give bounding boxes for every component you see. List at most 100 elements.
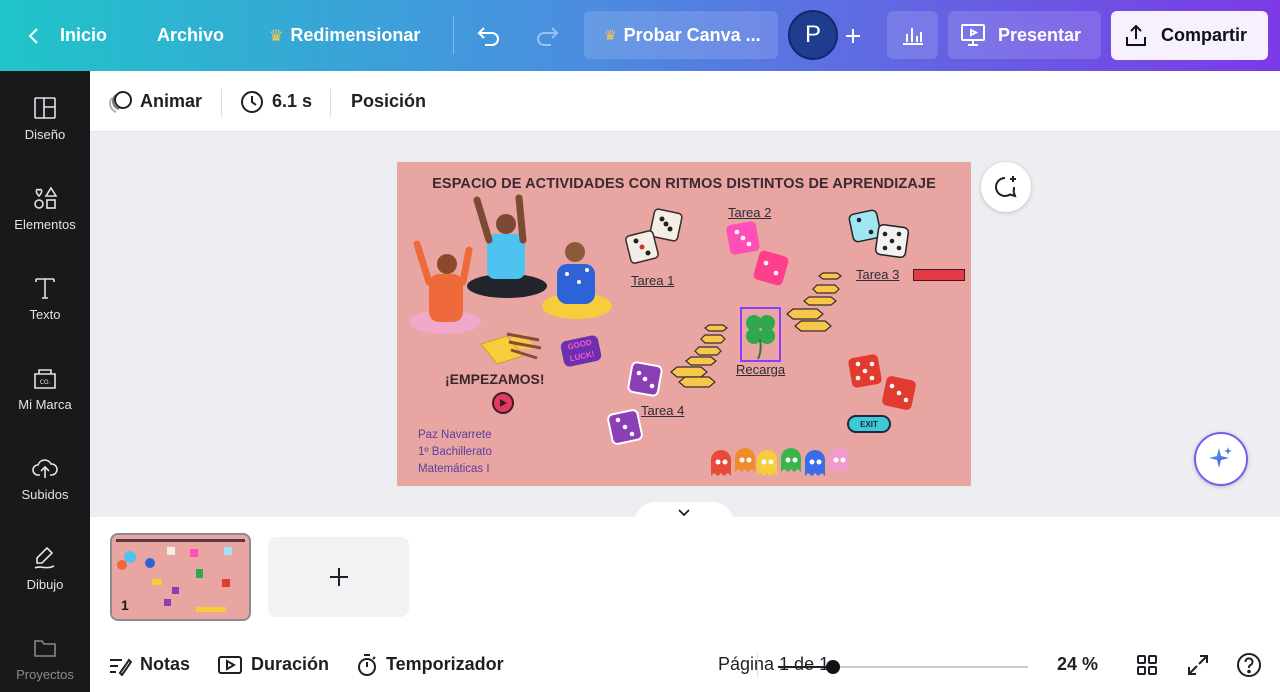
author-subject: Matemáticas I — [418, 463, 490, 475]
present-label: Presentar — [998, 24, 1082, 45]
animate-button[interactable]: Animar — [108, 71, 202, 132]
sidebar-item-design[interactable]: Diseño — [0, 85, 90, 155]
sidebar-item-label: Dibujo — [26, 577, 64, 592]
add-collaborator-button[interactable] — [843, 0, 863, 71]
redo-icon — [537, 26, 559, 46]
sidebar-item-label: Proyectos — [16, 667, 74, 682]
sidebar-item-uploads[interactable]: Subidos — [0, 445, 90, 515]
plus-icon — [846, 28, 860, 43]
play-rectangle-icon — [218, 655, 242, 674]
avatar[interactable]: P — [788, 10, 838, 60]
task1-link[interactable]: Tarea 1 — [631, 273, 674, 288]
page-thumbnail[interactable]: 1 — [110, 533, 251, 621]
sidebar-item-label: Subidos — [21, 487, 69, 502]
magic-assistant-button[interactable] — [1194, 432, 1248, 486]
author-course: 1º Bachillerato — [418, 446, 492, 458]
slide-title: ESPACIO DE ACTIVIDADES CON RITMOS DISTIN… — [432, 176, 936, 192]
recharge-link[interactable]: Recarga — [736, 362, 785, 377]
grid-decoration — [480, 332, 542, 365]
duration-button[interactable]: 6.1 s — [240, 71, 312, 132]
notes-icon — [110, 657, 132, 676]
add-comment-button[interactable] — [981, 162, 1031, 212]
promo-label: Probar Canva ... — [623, 24, 761, 45]
help-button[interactable] — [1236, 637, 1270, 692]
four-leaf-clover-icon — [746, 315, 775, 360]
add-page-button[interactable] — [268, 537, 409, 617]
zoom-slider[interactable] — [778, 660, 1028, 674]
sidebar-item-label: Diseño — [24, 127, 66, 142]
sidebar-item-elements[interactable]: Elementos — [0, 175, 90, 245]
red-dice — [848, 354, 916, 410]
duration-value: 6.1 s — [272, 91, 313, 111]
task4-link[interactable]: Tarea 4 — [641, 403, 684, 418]
resize-label: Redimensionar — [290, 25, 421, 45]
bar-chart-icon — [902, 28, 923, 45]
author-name: Paz Navarrete — [418, 429, 492, 441]
upload-cloud-icon — [32, 459, 58, 478]
footer-bar: Notas Duración Temporizador Página 1 de … — [90, 637, 1280, 692]
file-label: Archivo — [157, 25, 225, 45]
shapes-icon — [34, 186, 58, 209]
sidebar-item-label: Texto — [29, 307, 61, 322]
crown-icon: ♛ — [269, 27, 284, 45]
resize-button[interactable]: ♛ Redimensionar — [269, 0, 420, 71]
top-bar: Inicio Archivo ♛ Redimensionar ♛ Probar … — [0, 0, 1280, 71]
try-canva-pro-button[interactable]: ♛ Probar Canva ... — [584, 11, 778, 59]
duration-footer-button[interactable]: Duración — [217, 637, 329, 692]
sidebar-item-projects[interactable]: Proyectos — [0, 625, 90, 692]
exit-button[interactable]: EXIT — [847, 415, 891, 433]
share-label: Compartir — [1161, 25, 1248, 45]
back-label: Inicio — [60, 25, 108, 45]
left-sidebar: Diseño Elementos Texto CO. Mi Marca Subi… — [0, 71, 90, 692]
timer-button[interactable]: Temporizador — [356, 637, 504, 692]
layout-icon — [34, 97, 56, 119]
dice-task1 — [625, 208, 683, 264]
presentation-icon — [961, 24, 985, 46]
task2-link[interactable]: Tarea 2 — [728, 205, 771, 220]
clock-icon — [241, 90, 263, 113]
stopwatch-icon — [358, 653, 376, 676]
play-button[interactable] — [492, 392, 514, 414]
svg-text:CO.: CO. — [40, 379, 51, 386]
position-label: Posición — [351, 91, 427, 111]
present-button[interactable]: Presentar — [948, 11, 1101, 59]
share-button[interactable]: Compartir — [1111, 11, 1268, 60]
divider — [330, 89, 331, 117]
design-slide[interactable]: ESPACIO DE ACTIVIDADES CON RITMOS DISTIN… — [397, 162, 971, 486]
undo-button[interactable] — [476, 0, 502, 71]
brand-icon: CO. — [34, 369, 56, 389]
sidebar-item-brand[interactable]: CO. Mi Marca — [0, 355, 90, 425]
zoom-slider-fill — [778, 666, 833, 668]
animate-label: Animar — [140, 91, 203, 111]
avatar-initial: P — [804, 21, 821, 48]
meditating-people-illustration — [409, 194, 612, 349]
draw-icon — [34, 546, 55, 569]
play-icon — [500, 399, 507, 407]
context-toolbar: Animar 6.1 s Posición — [90, 71, 1280, 132]
position-button[interactable]: Posición — [351, 71, 426, 132]
chevron-left-icon — [28, 27, 38, 44]
text-icon — [35, 278, 55, 299]
insights-button[interactable] — [887, 11, 938, 59]
timer-label: Temporizador — [386, 654, 504, 674]
sidebar-item-text[interactable]: Texto — [0, 265, 90, 335]
sidebar-item-draw[interactable]: Dibujo — [0, 535, 90, 605]
share-upload-icon — [1126, 24, 1146, 46]
redo-button[interactable] — [534, 0, 560, 71]
start-heading: ¡EMPEZAMOS! — [445, 371, 545, 387]
zoom-level[interactable]: 24 % — [1057, 637, 1098, 692]
zoom-slider-handle[interactable] — [826, 660, 840, 674]
red-bar-decoration — [913, 269, 965, 281]
divider — [757, 653, 758, 677]
task3-link[interactable]: Tarea 3 — [856, 267, 899, 282]
grid-view-button[interactable] — [1136, 637, 1166, 692]
back-button[interactable]: Inicio — [24, 0, 107, 71]
clover-element[interactable] — [740, 307, 781, 362]
page-indicator: Página 1 de 1 — [718, 654, 830, 674]
divider — [221, 89, 222, 117]
file-menu[interactable]: Archivo — [157, 0, 224, 71]
ghost-characters — [711, 448, 849, 476]
notes-button[interactable]: Notas — [108, 637, 190, 692]
fullscreen-button[interactable] — [1187, 637, 1217, 692]
grid-view-icon — [1137, 654, 1157, 675]
